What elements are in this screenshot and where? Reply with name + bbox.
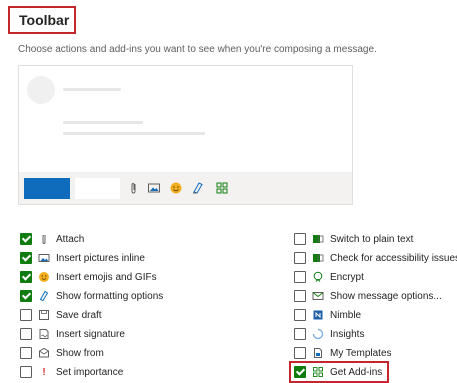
option-label: Set importance bbox=[56, 366, 124, 378]
option-label: Check for accessibility issues bbox=[330, 252, 457, 264]
checkbox-switch-plain-text[interactable] bbox=[294, 233, 306, 245]
format-pen-icon bbox=[191, 181, 205, 195]
format-pen-icon bbox=[38, 290, 50, 302]
image-icon bbox=[147, 181, 161, 195]
option-label: Show from bbox=[56, 347, 104, 359]
plain-text-icon bbox=[312, 233, 324, 245]
preview-send-button bbox=[24, 178, 70, 199]
option-label: Encrypt bbox=[330, 271, 364, 283]
page-description: Choose actions and add-ins you want to s… bbox=[18, 44, 377, 55]
encrypt-icon bbox=[312, 271, 324, 283]
option-label: Save draft bbox=[56, 309, 102, 321]
checkbox-insert-signature[interactable] bbox=[20, 328, 32, 340]
checkbox-show-from[interactable] bbox=[20, 347, 32, 359]
get-addins-icon bbox=[312, 366, 324, 378]
option-nimble[interactable]: Nimble bbox=[294, 307, 361, 323]
checkbox-insert-pictures[interactable] bbox=[20, 252, 32, 264]
option-label: Get Add-ins bbox=[330, 366, 383, 378]
option-show-formatting[interactable]: Show formatting options bbox=[20, 288, 163, 304]
paperclip-icon bbox=[38, 233, 50, 245]
checkbox-set-importance[interactable] bbox=[20, 366, 32, 378]
show-from-icon bbox=[38, 347, 50, 359]
option-insert-emojis[interactable]: Insert emojis and GIFs bbox=[20, 269, 157, 285]
nimble-icon bbox=[312, 309, 324, 321]
option-show-from[interactable]: Show from bbox=[20, 345, 104, 361]
accessibility-icon bbox=[312, 252, 324, 264]
checkbox-nimble[interactable] bbox=[294, 309, 306, 321]
option-get-addins[interactable]: Get Add-ins bbox=[294, 364, 382, 380]
placeholder-line bbox=[63, 121, 143, 124]
option-label: Insert signature bbox=[56, 328, 125, 340]
message-options-icon bbox=[312, 290, 324, 302]
option-label: Nimble bbox=[330, 309, 362, 321]
preview-toolbar bbox=[19, 172, 352, 204]
option-label: Attach bbox=[56, 233, 85, 245]
checkbox-insights[interactable] bbox=[294, 328, 306, 340]
option-show-message-options[interactable]: Show message options... bbox=[294, 288, 442, 304]
option-encrypt[interactable]: Encrypt bbox=[294, 269, 364, 285]
importance-icon: ! bbox=[42, 366, 46, 378]
option-insert-signature[interactable]: Insert signature bbox=[20, 326, 125, 342]
option-label: Insights bbox=[330, 328, 365, 340]
compose-preview bbox=[18, 65, 353, 205]
checkbox-my-templates[interactable] bbox=[294, 347, 306, 359]
preview-discard-button bbox=[75, 178, 120, 199]
option-switch-plain-text[interactable]: Switch to plain text bbox=[294, 231, 413, 247]
checkbox-check-accessibility[interactable] bbox=[294, 252, 306, 264]
option-label: Insert emojis and GIFs bbox=[56, 271, 157, 283]
image-icon bbox=[38, 252, 50, 264]
option-set-importance[interactable]: ! Set importance bbox=[20, 364, 123, 380]
page-title: Toolbar bbox=[19, 12, 70, 28]
get-addins-icon bbox=[215, 181, 229, 195]
paperclip-icon bbox=[127, 181, 141, 195]
option-insert-pictures[interactable]: Insert pictures inline bbox=[20, 250, 145, 266]
checkbox-show-message-options[interactable] bbox=[294, 290, 306, 302]
emoji-icon bbox=[169, 181, 183, 195]
emoji-icon bbox=[38, 271, 50, 283]
toolbar-title-box: Toolbar bbox=[8, 6, 76, 34]
option-my-templates[interactable]: My Templates bbox=[294, 345, 392, 361]
placeholder-line bbox=[63, 132, 205, 135]
checkbox-show-formatting[interactable] bbox=[20, 290, 32, 302]
option-label: Insert pictures inline bbox=[56, 252, 145, 264]
checkbox-encrypt[interactable] bbox=[294, 271, 306, 283]
option-label: My Templates bbox=[330, 347, 392, 359]
option-save-draft[interactable]: Save draft bbox=[20, 307, 102, 323]
option-label: Show formatting options bbox=[56, 290, 164, 302]
templates-icon bbox=[312, 347, 324, 359]
option-attach[interactable]: Attach bbox=[20, 231, 84, 247]
insights-icon bbox=[312, 328, 324, 340]
option-label: Show message options... bbox=[330, 290, 442, 302]
checkbox-save-draft[interactable] bbox=[20, 309, 32, 321]
checkbox-attach[interactable] bbox=[20, 233, 32, 245]
avatar-placeholder bbox=[27, 76, 55, 104]
save-icon bbox=[38, 309, 50, 321]
checkbox-insert-emojis[interactable] bbox=[20, 271, 32, 283]
signature-icon bbox=[38, 328, 50, 340]
option-check-accessibility[interactable]: Check for accessibility issues bbox=[294, 250, 457, 266]
option-insights[interactable]: Insights bbox=[294, 326, 364, 342]
option-label: Switch to plain text bbox=[330, 233, 414, 245]
placeholder-line bbox=[63, 88, 121, 91]
checkbox-get-addins[interactable] bbox=[294, 366, 306, 378]
